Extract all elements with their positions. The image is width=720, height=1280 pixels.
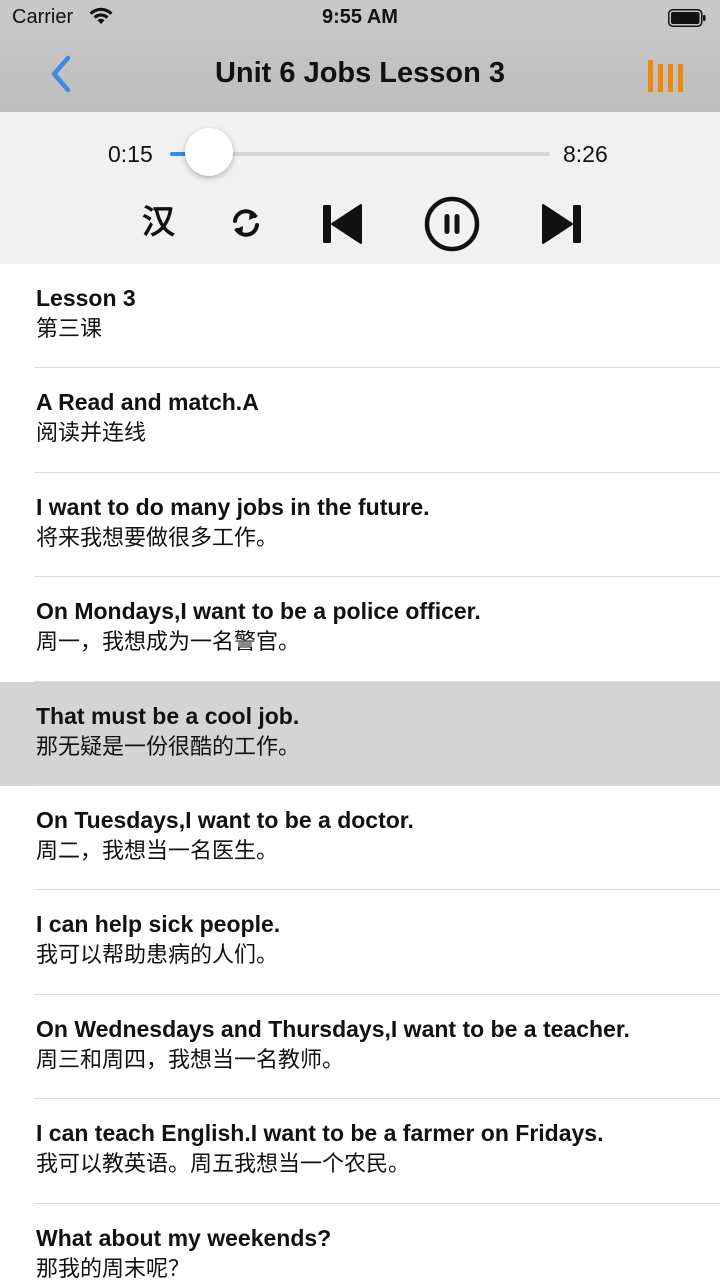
sentence-row[interactable]: I can help sick people. 我可以帮助患病的人们。 bbox=[0, 890, 720, 996]
sentence-english: That must be a cool job. bbox=[36, 702, 300, 729]
sentence-chinese: 我可以帮助患病的人们。 bbox=[36, 943, 279, 969]
chevron-left-icon bbox=[51, 55, 71, 93]
sentence-chinese: 我可以教英语。周五我想当一个农民。 bbox=[36, 1152, 411, 1178]
sentence-chinese: 那无疑是一份很酷的工作。 bbox=[36, 734, 301, 760]
previous-button[interactable] bbox=[321, 202, 363, 246]
sentence-list: Lesson 3 第三课 A Read and match.A 阅读并连线 I want… bbox=[0, 264, 720, 1280]
sentence-chinese: 那我的周末呢？ bbox=[36, 1256, 191, 1280]
skip-previous-icon bbox=[323, 204, 362, 244]
sentence-english: I can help sick people. bbox=[36, 911, 281, 938]
next-button[interactable] bbox=[541, 202, 583, 246]
duration-time: 8:26 bbox=[563, 141, 608, 167]
sentence-row[interactable]: That must be a cool job. 那无疑是一份很酷的工作。 bbox=[0, 681, 720, 787]
sentence-chinese: 周一，我想成为一名警官。 bbox=[36, 630, 301, 656]
sentence-english: I want to do many jobs in the future. bbox=[36, 493, 430, 520]
sentence-row[interactable]: On Mondays,I want to be a police officer… bbox=[0, 577, 720, 682]
repeat-button[interactable] bbox=[229, 206, 263, 240]
page-title: Unit 6 Jobs Lesson 3 bbox=[214, 57, 506, 89]
sentence-english: On Mondays,I want to be a police officer… bbox=[36, 598, 481, 625]
sentence-chinese: 周二，我想当一名医生。 bbox=[36, 838, 279, 864]
sentence-english: Lesson 3 bbox=[36, 285, 136, 311]
skip-next-icon bbox=[542, 204, 581, 244]
playlist-button[interactable] bbox=[646, 58, 690, 94]
sentence-row[interactable]: What about my weekends? 那我的周末呢？ bbox=[0, 1204, 720, 1280]
sentence-english: I can teach English.I want to be a farme… bbox=[36, 1120, 604, 1147]
translation-toggle-button[interactable]: 汉 bbox=[142, 202, 180, 242]
back-button[interactable] bbox=[44, 52, 84, 96]
bars-icon bbox=[648, 60, 683, 92]
battery-icon bbox=[668, 9, 706, 27]
pause-button[interactable] bbox=[424, 196, 480, 252]
sentence-row[interactable]: On Wednesdays and Thursdays,I want to be… bbox=[0, 995, 720, 1100]
repeat-icon bbox=[233, 209, 259, 237]
sentence-row[interactable]: Lesson 3 第三课 bbox=[0, 264, 720, 369]
sentence-english: What about my weekends? bbox=[36, 1224, 332, 1251]
top-bar: Carrier 9:55 AM Unit 6 Jobs Lesson 3 bbox=[0, 0, 720, 112]
sentence-row[interactable]: I can teach English.I want to be a farme… bbox=[0, 1099, 720, 1204]
status-bar: Carrier 9:55 AM bbox=[0, 0, 720, 36]
sentence-row[interactable]: I want to do many jobs in the future. 将来我… bbox=[0, 473, 720, 578]
sentence-chinese: 第三课 bbox=[36, 317, 103, 342]
sentence-chinese: 阅读并连线 bbox=[36, 421, 147, 447]
pause-icon bbox=[424, 196, 480, 252]
sentence-english: On Tuesdays,I want to be a doctor. bbox=[36, 806, 414, 833]
sentence-chinese: 将来我想要做很多工作。 bbox=[36, 525, 279, 551]
current-time: 0:15 bbox=[108, 141, 153, 167]
sentence-row[interactable]: A Read and match.A 阅读并连线 bbox=[0, 368, 720, 474]
progress-thumb[interactable] bbox=[185, 128, 234, 176]
sentence-english: On Wednesdays and Thursdays,I want to be… bbox=[36, 1015, 630, 1042]
sentence-chinese: 周三和周四，我想当一名教师。 bbox=[36, 1047, 345, 1073]
sentence-english: A Read and match.A bbox=[36, 389, 259, 416]
audio-player: 0:15 8:26 汉 bbox=[0, 112, 720, 264]
navigation-bar: Unit 6 Jobs Lesson 3 bbox=[0, 36, 720, 112]
status-time: 9:55 AM bbox=[322, 6, 398, 28]
sentence-row[interactable]: On Tuesdays,I want to be a doctor. 周二，我想当… bbox=[0, 786, 720, 891]
